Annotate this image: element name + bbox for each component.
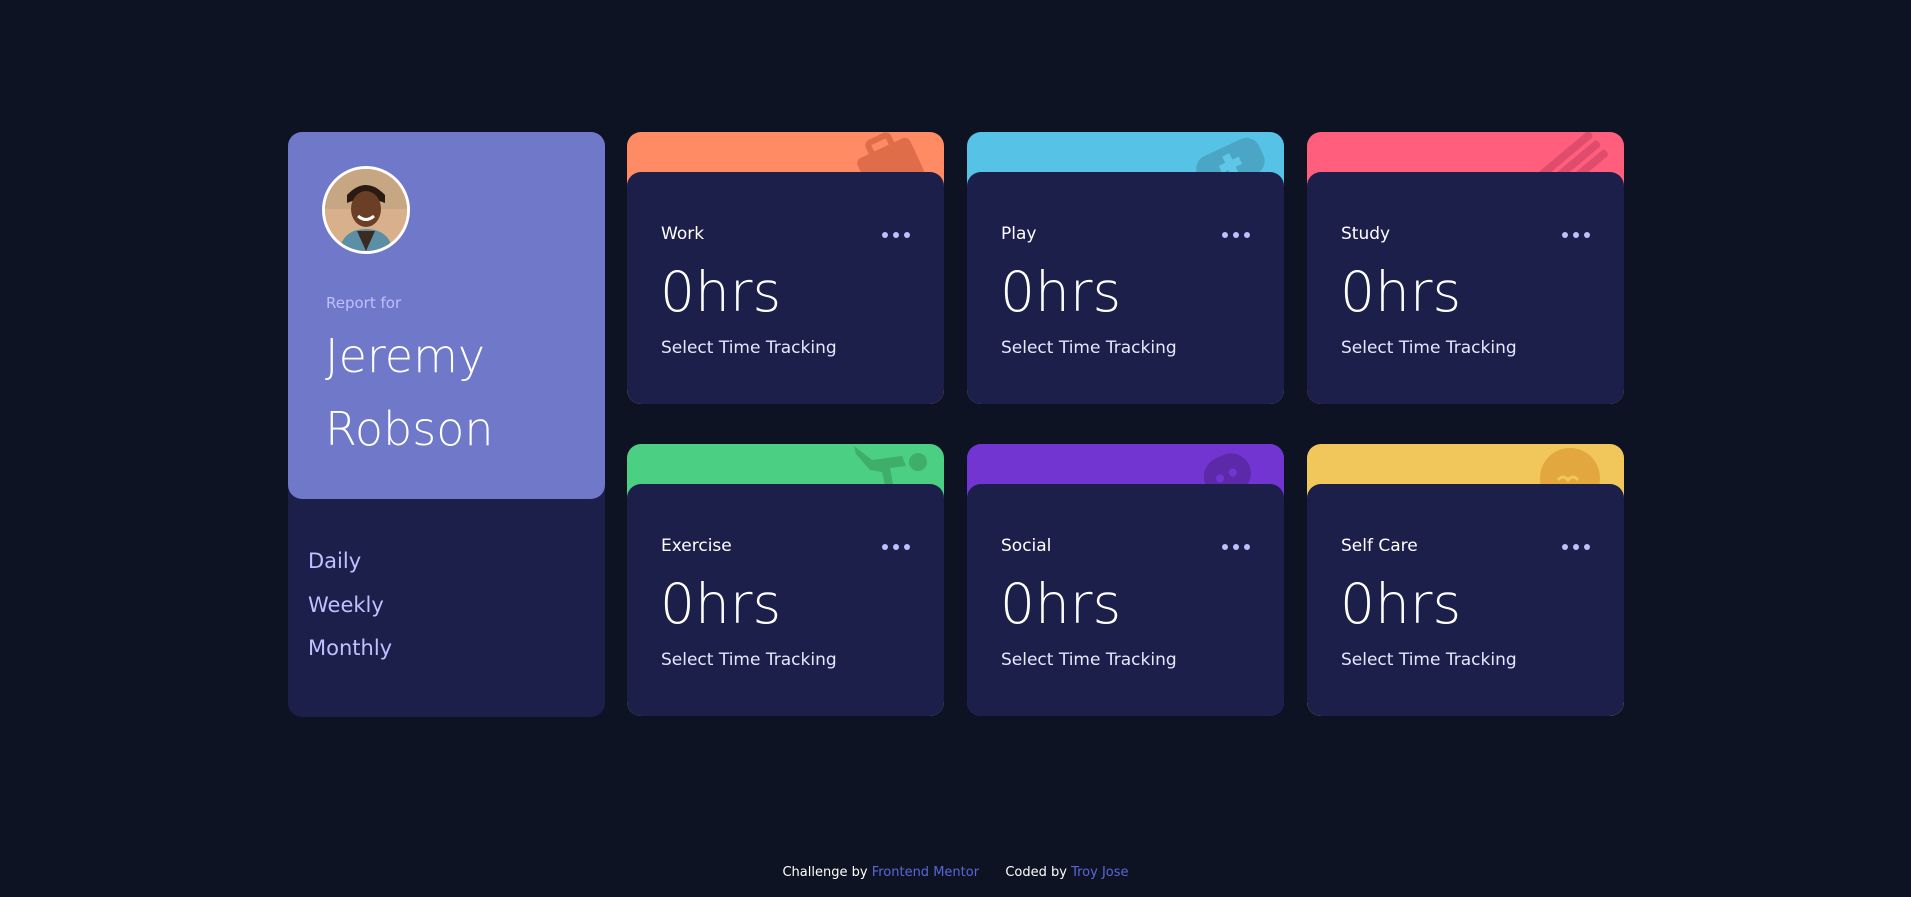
period-selector: Daily Weekly Monthly [308, 540, 392, 671]
card-subtitle: Select Time Tracking [1341, 338, 1517, 358]
ellipsis-menu-icon[interactable] [1562, 536, 1592, 556]
card-hours: 0hrs [1000, 572, 1122, 636]
card-hours: 0hrs [1000, 260, 1122, 324]
card-hours: 0hrs [1340, 260, 1462, 324]
period-daily-button[interactable]: Daily [308, 540, 392, 584]
card-subtitle: Select Time Tracking [1001, 338, 1177, 358]
card-title: Play [1001, 224, 1037, 244]
card-hours: 0hrs [660, 572, 782, 636]
last-name: Robson [325, 402, 494, 456]
period-monthly-button[interactable]: Monthly [308, 627, 392, 671]
challenge-by-label: Challenge by [782, 865, 868, 880]
activity-card-study: Study 0hrs Select Time Tracking [1307, 132, 1624, 404]
card-subtitle: Select Time Tracking [1001, 650, 1177, 670]
card-body: Work 0hrs Select Time Tracking [627, 172, 944, 404]
card-subtitle: Select Time Tracking [1341, 650, 1517, 670]
card-title: Work [661, 224, 705, 244]
activity-card-play: Play 0hrs Select Time Tracking [967, 132, 1284, 404]
ellipsis-menu-icon[interactable] [1222, 536, 1252, 556]
first-name: Jeremy [325, 329, 486, 383]
person-avatar-icon [322, 166, 410, 254]
period-weekly-button[interactable]: Weekly [308, 584, 392, 628]
user-name: Jeremy Robson [325, 320, 585, 466]
card-subtitle: Select Time Tracking [661, 338, 837, 358]
card-body: Exercise 0hrs Select Time Tracking [627, 484, 944, 716]
ellipsis-menu-icon[interactable] [882, 224, 912, 244]
card-title: Self Care [1341, 536, 1418, 556]
activity-card-social: Social 0hrs Select Time Tracking [967, 444, 1284, 716]
card-body: Study 0hrs Select Time Tracking [1307, 172, 1624, 404]
card-body: Social 0hrs Select Time Tracking [967, 484, 1284, 716]
attribution-footer: Challenge by Frontend Mentor Coded by Tr… [0, 865, 1911, 880]
frontend-mentor-link[interactable]: Frontend Mentor [872, 865, 979, 880]
profile-card: Report for Jeremy Robson Daily Weekly Mo… [288, 132, 605, 717]
coded-by-label: Coded by [1005, 865, 1067, 880]
card-body: Self Care 0hrs Select Time Tracking [1307, 484, 1624, 716]
tracking-dashboard: Report for Jeremy Robson Daily Weekly Mo… [288, 132, 1624, 717]
card-subtitle: Select Time Tracking [661, 650, 837, 670]
author-link[interactable]: Troy Jose [1071, 865, 1128, 880]
card-body: Play 0hrs Select Time Tracking [967, 172, 1284, 404]
ellipsis-menu-icon[interactable] [1222, 224, 1252, 244]
card-hours: 0hrs [660, 260, 782, 324]
activity-card-work: Work 0hrs Select Time Tracking [627, 132, 944, 404]
activity-card-self-care: Self Care 0hrs Select Time Tracking [1307, 444, 1624, 716]
profile-header: Report for Jeremy Robson [288, 132, 605, 499]
activity-card-exercise: Exercise 0hrs Select Time Tracking [627, 444, 944, 716]
ellipsis-menu-icon[interactable] [1562, 224, 1592, 244]
card-hours: 0hrs [1340, 572, 1462, 636]
ellipsis-menu-icon[interactable] [882, 536, 912, 556]
card-title: Exercise [661, 536, 732, 556]
card-title: Study [1341, 224, 1391, 244]
report-for-label: Report for [326, 294, 402, 312]
card-title: Social [1001, 536, 1052, 556]
